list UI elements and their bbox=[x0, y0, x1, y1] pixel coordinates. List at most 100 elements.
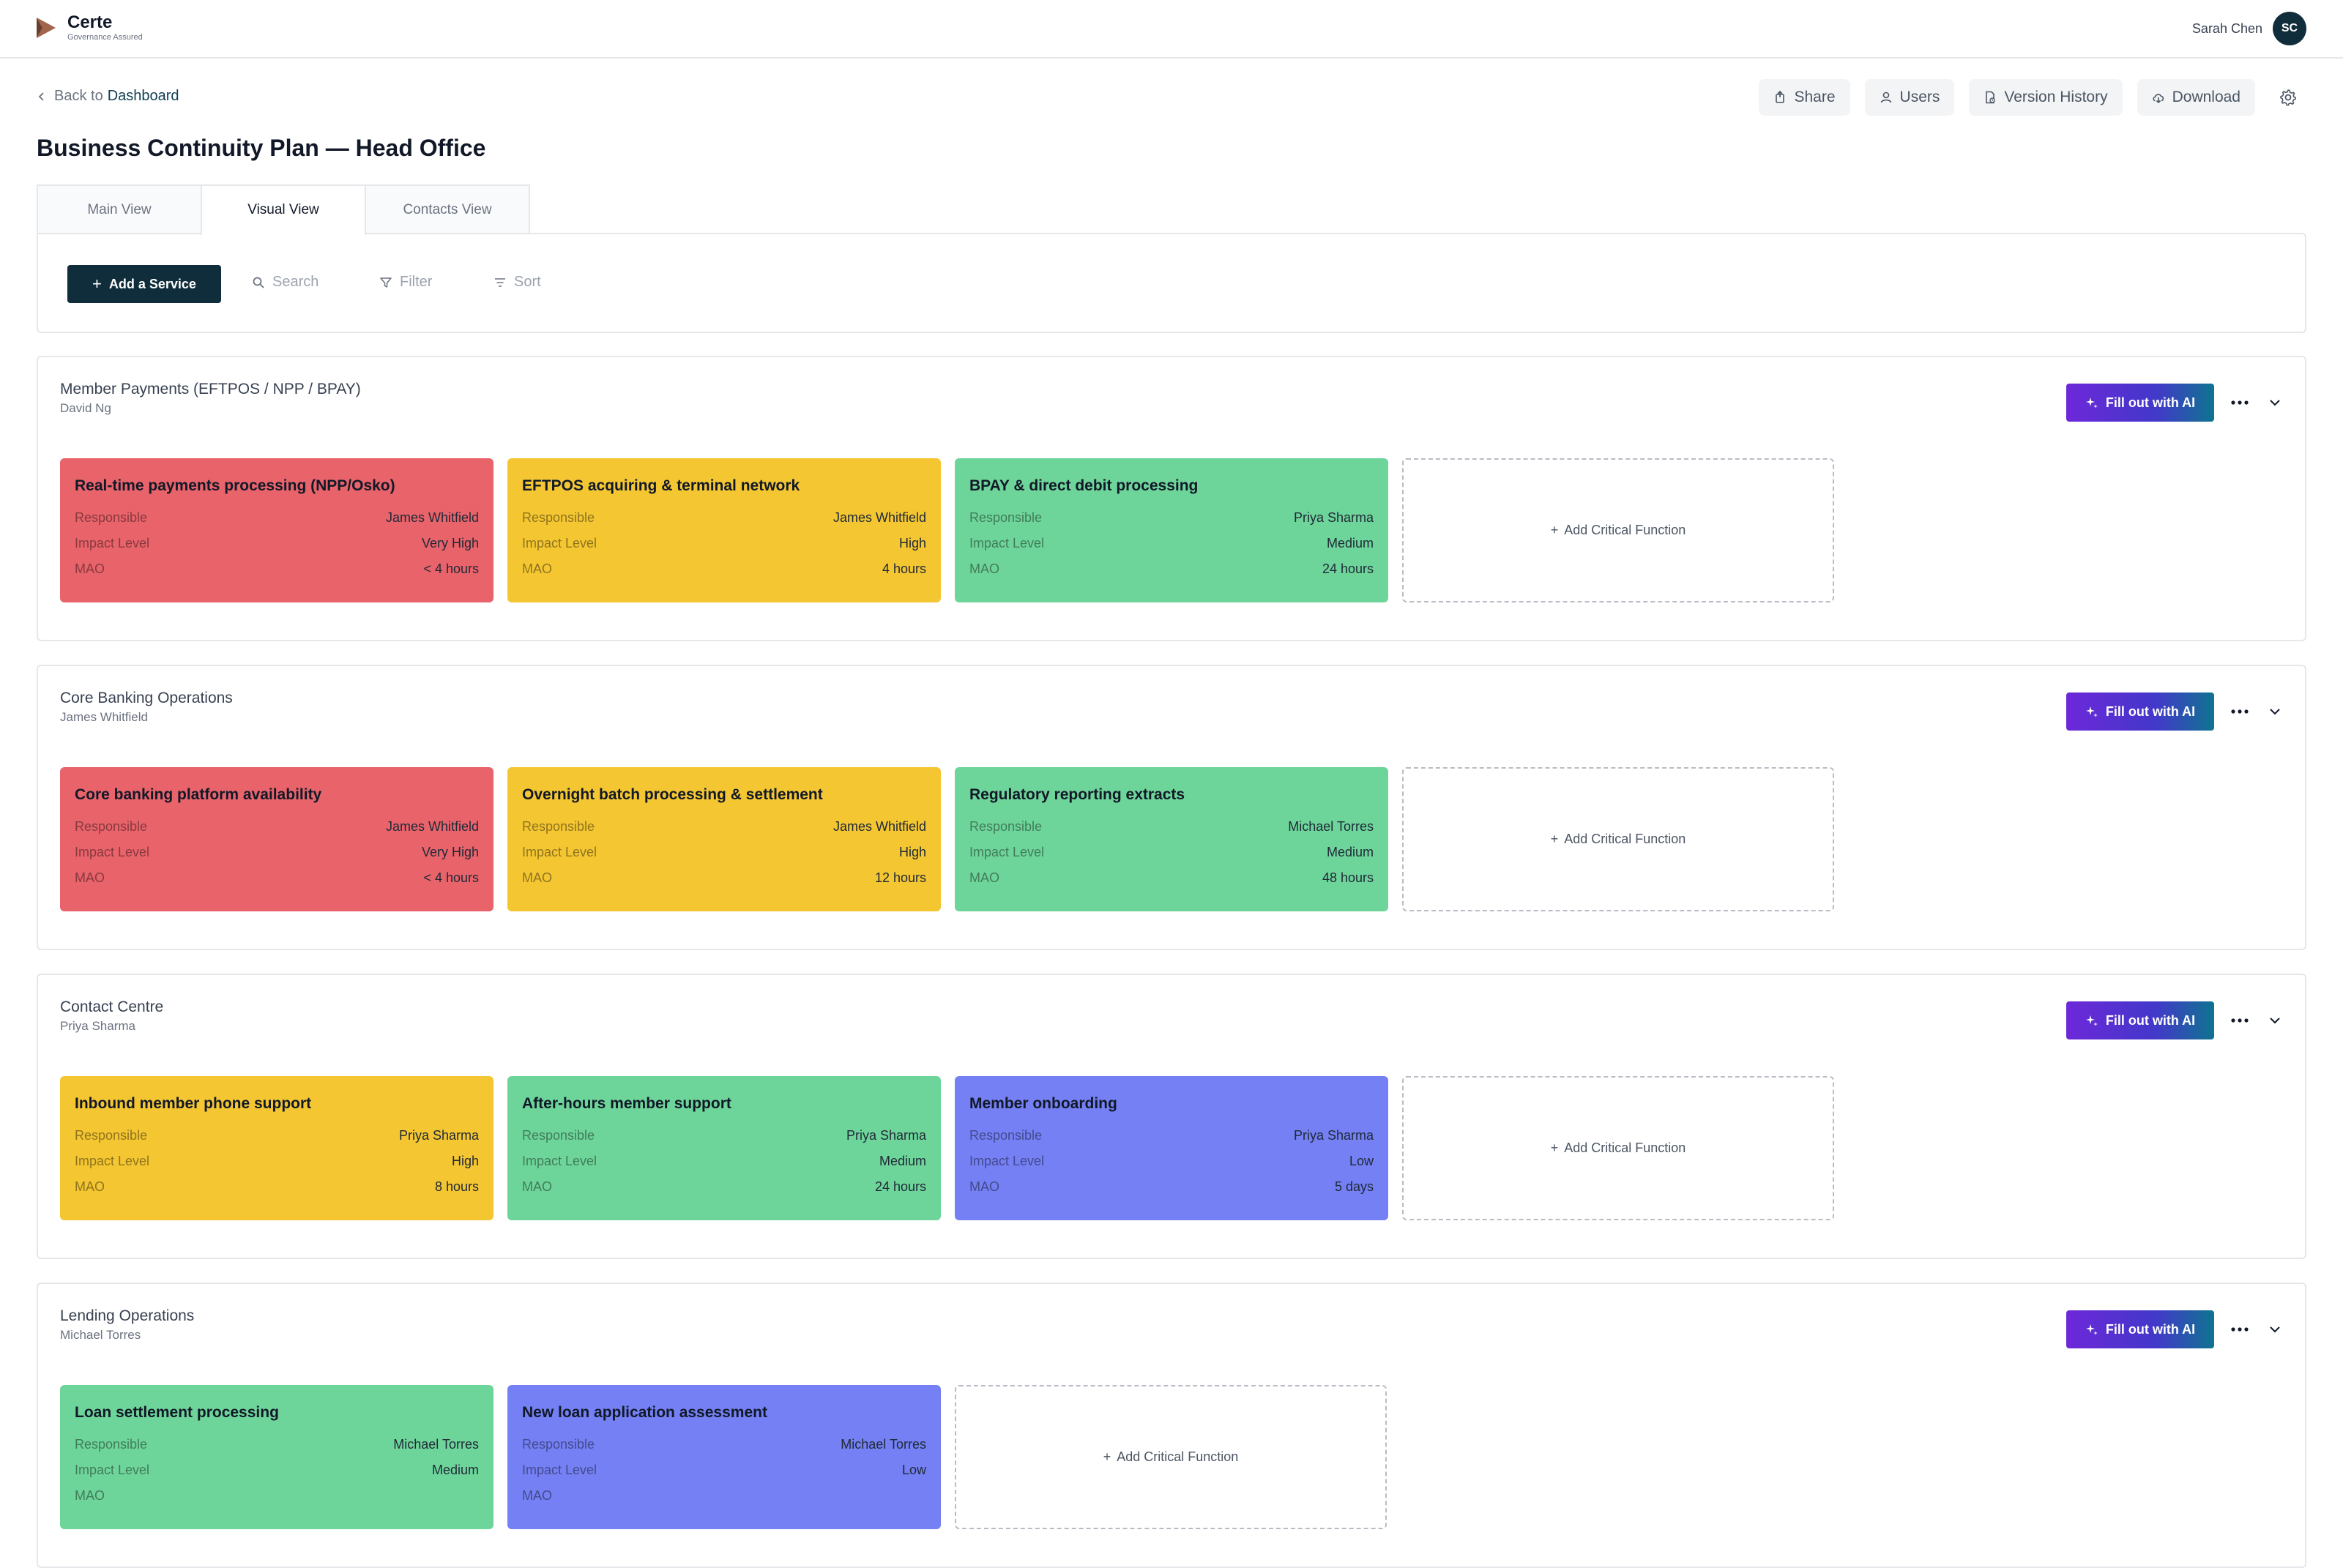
fill-out-with-ai-button[interactable]: Fill out with AI bbox=[2066, 692, 2214, 731]
collapse-button[interactable] bbox=[2267, 704, 2283, 719]
critical-function-card[interactable]: BPAY & direct debit processing Responsib… bbox=[955, 458, 1388, 602]
share-button[interactable]: Share bbox=[1759, 79, 1850, 116]
add-critical-function-button[interactable]: + Add Critical Function bbox=[1402, 458, 1834, 602]
critical-function-card[interactable]: EFTPOS acquiring & terminal network Resp… bbox=[507, 458, 941, 602]
fill-out-with-ai-button[interactable]: Fill out with AI bbox=[2066, 1001, 2214, 1039]
critical-function-card[interactable]: Member onboarding Responsible Priya Shar… bbox=[955, 1076, 1388, 1220]
mao-row: MAO 48 hours bbox=[969, 865, 1374, 891]
critical-function-card[interactable]: Loan settlement processing Responsible M… bbox=[60, 1385, 493, 1529]
more-horizontal-icon bbox=[2231, 400, 2249, 405]
critical-functions: Inbound member phone support Responsible… bbox=[60, 1076, 1834, 1220]
impact-row: Impact Level Low bbox=[522, 1457, 926, 1483]
brand[interactable]: Certe Governance Assured bbox=[35, 13, 143, 42]
add-critical-function-button[interactable]: + Add Critical Function bbox=[955, 1385, 1387, 1529]
chevron-down-icon bbox=[2270, 1018, 2280, 1024]
mao-label: MAO bbox=[969, 1179, 1000, 1194]
impact-level-label: Impact Level bbox=[969, 536, 1045, 550]
sparkle-icon bbox=[2085, 706, 2098, 717]
sparkle-icon bbox=[2085, 1015, 2098, 1026]
impact-level-label: Impact Level bbox=[75, 1463, 150, 1477]
critical-function-card[interactable]: Real-time payments processing (NPP/Osko)… bbox=[60, 458, 493, 602]
more-options-button[interactable] bbox=[2227, 703, 2252, 720]
responsible-value: Priya Sharma bbox=[1293, 1128, 1374, 1143]
service-name[interactable]: Core Banking Operations bbox=[60, 690, 233, 707]
fill-out-with-ai-button[interactable]: Fill out with AI bbox=[2066, 384, 2214, 422]
impact-level-value: High bbox=[451, 1154, 479, 1168]
users-label: Users bbox=[1899, 89, 1940, 105]
responsible-label: Responsible bbox=[522, 1128, 595, 1143]
add-critical-function-button[interactable]: + Add Critical Function bbox=[1402, 1076, 1834, 1220]
responsible-value: Priya Sharma bbox=[398, 1128, 479, 1143]
avatar[interactable]: SC bbox=[2273, 12, 2306, 45]
fill-ai-label: Fill out with AI bbox=[2105, 395, 2196, 410]
add-critical-function-button[interactable]: + Add Critical Function bbox=[1402, 767, 1834, 911]
add-service-button[interactable]: + Add a Service bbox=[67, 265, 221, 303]
more-options-button[interactable] bbox=[2227, 1012, 2252, 1029]
critical-function-card[interactable]: Inbound member phone support Responsible… bbox=[60, 1076, 493, 1220]
gear-icon bbox=[2280, 89, 2297, 106]
critical-function-card[interactable]: New loan application assessment Responsi… bbox=[507, 1385, 941, 1529]
impact-row: Impact Level Medium bbox=[969, 531, 1374, 556]
plus-icon: + bbox=[92, 275, 102, 293]
search-input[interactable]: Search bbox=[252, 274, 319, 291]
service-name[interactable]: Lending Operations bbox=[60, 1307, 194, 1325]
critical-function-card[interactable]: Overnight batch processing & settlement … bbox=[507, 767, 941, 911]
sort-button[interactable]: Sort bbox=[493, 274, 541, 291]
mao-row: MAO 24 hours bbox=[969, 556, 1374, 582]
more-options-button[interactable] bbox=[2227, 394, 2252, 411]
impact-row: Impact Level Low bbox=[969, 1149, 1374, 1174]
sort-icon bbox=[495, 277, 505, 287]
history-icon bbox=[1986, 91, 1996, 104]
chevron-left-icon bbox=[38, 92, 44, 101]
mao-value: 5 days bbox=[1334, 1179, 1374, 1194]
toolbar: + Add a Service Search Filter Sort bbox=[37, 233, 2306, 333]
filter-label: Filter bbox=[400, 274, 433, 290]
fill-ai-label: Fill out with AI bbox=[2105, 703, 2196, 719]
tab-contacts-view[interactable]: Contacts View bbox=[365, 184, 530, 236]
impact-level-label: Impact Level bbox=[522, 1154, 597, 1168]
critical-function-card[interactable]: Regulatory reporting extracts Responsibl… bbox=[955, 767, 1388, 911]
responsible-label: Responsible bbox=[522, 510, 595, 525]
responsible-value: Michael Torres bbox=[841, 1437, 926, 1452]
mao-row: MAO 4 hours bbox=[522, 556, 926, 582]
critical-function-title: New loan application assessment bbox=[522, 1404, 767, 1421]
user-menu[interactable]: Sarah Chen SC bbox=[2192, 12, 2306, 45]
impact-row: Impact Level Medium bbox=[75, 1457, 479, 1483]
filter-button[interactable]: Filter bbox=[379, 274, 432, 291]
mao-label: MAO bbox=[75, 1179, 105, 1194]
settings-button[interactable] bbox=[2270, 79, 2306, 116]
collapse-button[interactable] bbox=[2267, 395, 2283, 410]
responsible-value: James Whitfield bbox=[385, 819, 479, 834]
impact-level-value: Medium bbox=[431, 1463, 479, 1477]
impact-level-value: High bbox=[898, 536, 926, 550]
fill-out-with-ai-button[interactable]: Fill out with AI bbox=[2066, 1310, 2214, 1348]
responsible-label: Responsible bbox=[75, 1437, 148, 1452]
service-section: Contact Centre Priya Sharma Fill out with… bbox=[37, 974, 2306, 1259]
impact-row: Impact Level Medium bbox=[969, 840, 1374, 865]
users-button[interactable]: Users bbox=[1864, 79, 1955, 116]
mao-row: MAO bbox=[75, 1483, 479, 1509]
impact-row: Impact Level High bbox=[522, 840, 926, 865]
download-button[interactable]: Download bbox=[2137, 79, 2255, 116]
more-options-button[interactable] bbox=[2227, 1321, 2252, 1338]
mao-label: MAO bbox=[969, 561, 1000, 576]
critical-function-card[interactable]: Core banking platform availability Respo… bbox=[60, 767, 493, 911]
service-name[interactable]: Member Payments (EFTPOS / NPP / BPAY) bbox=[60, 381, 361, 398]
tab-visual-view[interactable]: Visual View bbox=[201, 184, 366, 236]
mao-label: MAO bbox=[522, 561, 553, 576]
impact-level-label: Impact Level bbox=[75, 1154, 150, 1168]
back-link[interactable]: Back to Dashboard bbox=[37, 88, 179, 105]
collapse-button[interactable] bbox=[2267, 1013, 2283, 1028]
service-name[interactable]: Contact Centre bbox=[60, 998, 163, 1016]
dashboard-link[interactable]: Dashboard bbox=[108, 88, 179, 105]
collapse-button[interactable] bbox=[2267, 1322, 2283, 1337]
fill-ai-label: Fill out with AI bbox=[2105, 1012, 2196, 1028]
critical-function-card[interactable]: After-hours member support Responsible P… bbox=[507, 1076, 941, 1220]
version-history-button[interactable]: Version History bbox=[1969, 79, 2123, 116]
responsible-row: Responsible Michael Torres bbox=[522, 1432, 926, 1457]
responsible-value: James Whitfield bbox=[832, 510, 926, 525]
search-icon bbox=[253, 277, 264, 288]
tab-main-view[interactable]: Main View bbox=[37, 184, 202, 236]
responsible-row: Responsible Priya Sharma bbox=[75, 1123, 479, 1149]
impact-level-value: Medium bbox=[879, 1154, 926, 1168]
